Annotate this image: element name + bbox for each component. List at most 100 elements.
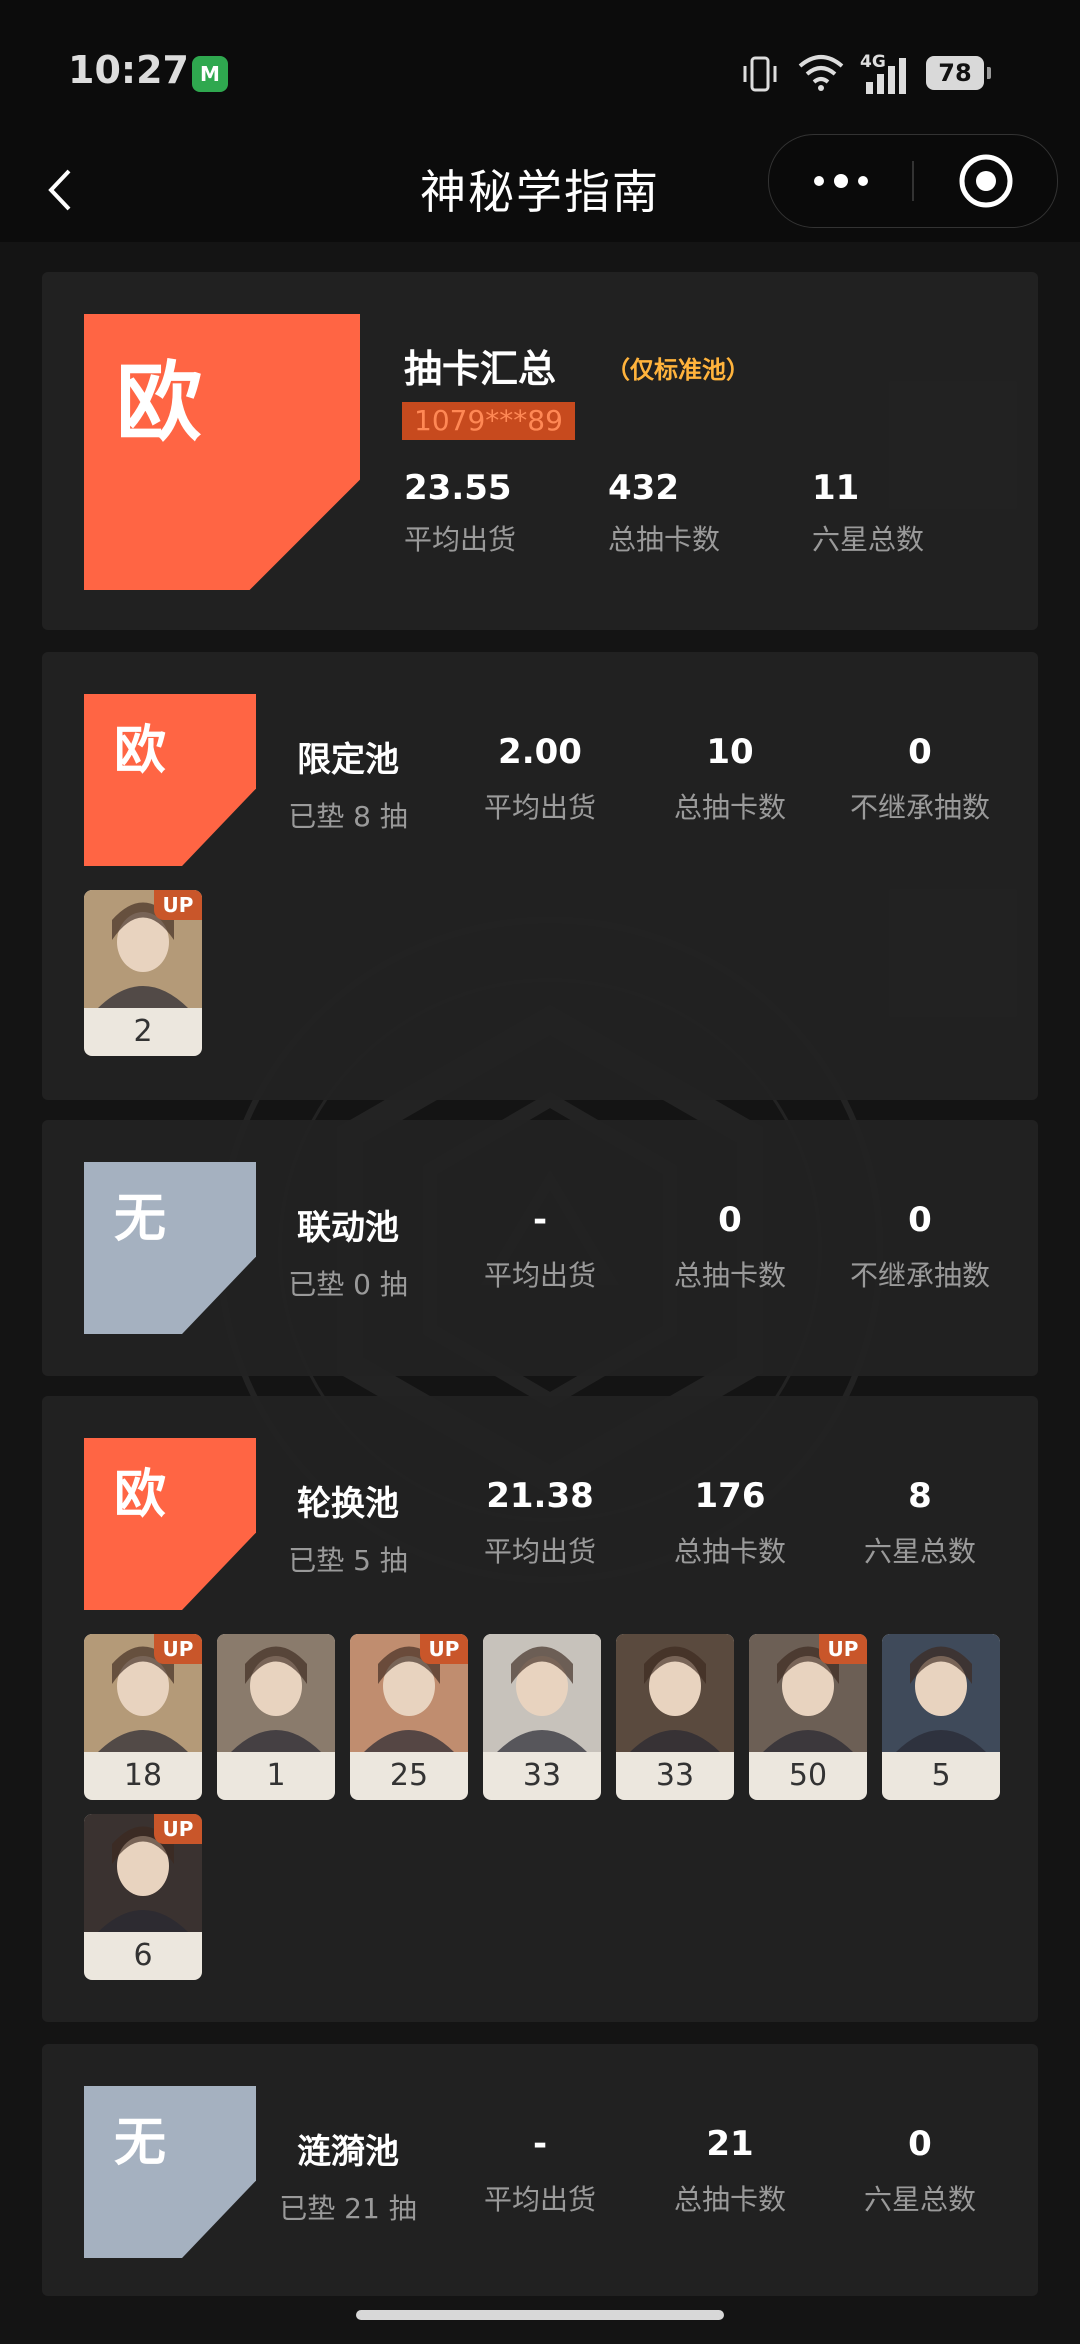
pool-stat: 176 总抽卡数 bbox=[635, 1476, 825, 1570]
character-card[interactable]: 33 bbox=[483, 1634, 601, 1800]
pool-stat: 0 不继承抽数 bbox=[825, 732, 1015, 826]
wifi-icon bbox=[798, 55, 844, 91]
pool-stat: 2.00 平均出货 bbox=[445, 732, 635, 826]
pool-pity: 已垫 8 抽 bbox=[288, 800, 408, 833]
stat-label: 六星总数 bbox=[863, 1535, 976, 1568]
pool-stat: 21.38 平均出货 bbox=[445, 1476, 635, 1570]
pool-luck-badge: 欧 bbox=[84, 694, 256, 866]
summary-stat-six-star: 11 六星总数 bbox=[812, 468, 992, 558]
character-pull-count: 33 bbox=[522, 1758, 562, 1793]
character-portrait-icon bbox=[483, 1634, 601, 1752]
signal-icon bbox=[866, 58, 906, 94]
pool-name: 联动池 bbox=[297, 1208, 399, 1248]
summary-card: 欧 抽卡汇总 （仅标准池） 1079***89 23.55 平均出货 432 总… bbox=[42, 272, 1038, 630]
character-pull-count: 6 bbox=[133, 1938, 153, 1973]
pool-name-block: 涟漪池 已垫 21 抽 bbox=[253, 2124, 443, 2227]
character-portrait-icon bbox=[217, 1634, 335, 1752]
pool-pity: 已垫 21 抽 bbox=[279, 2192, 417, 2225]
character-pull-count: 33 bbox=[655, 1758, 695, 1793]
pool-card[interactable]: 欧 轮换池 已垫 5 抽 21.38 平均出货 176 总抽卡数 8 六星总数 … bbox=[42, 1396, 1038, 2022]
up-tag: UP bbox=[154, 1814, 202, 1844]
character-card[interactable]: UP 6 bbox=[84, 1814, 202, 1980]
pool-name-block: 联动池 已垫 0 抽 bbox=[253, 1200, 443, 1303]
stat-label: 总抽卡数 bbox=[673, 791, 786, 824]
vibrate-icon bbox=[743, 56, 777, 92]
pool-luck-badge: 无 bbox=[84, 1162, 256, 1334]
stat-value: 11 bbox=[812, 468, 860, 508]
pool-luck-badge: 无 bbox=[84, 2086, 256, 2258]
more-button[interactable] bbox=[769, 135, 913, 227]
stat-value: 176 bbox=[694, 1476, 766, 1516]
up-tag: UP bbox=[819, 1634, 867, 1664]
character-pull-count: 2 bbox=[133, 1014, 153, 1049]
stat-value: 432 bbox=[608, 468, 679, 508]
character-portrait-icon bbox=[882, 1634, 1000, 1752]
more-dots-icon bbox=[814, 174, 868, 188]
stat-value: - bbox=[532, 2124, 548, 2164]
character-portrait-icon bbox=[616, 1634, 734, 1752]
stat-value: 10 bbox=[706, 732, 754, 772]
stat-label: 不继承抽数 bbox=[849, 791, 990, 824]
pool-name: 涟漪池 bbox=[297, 2132, 399, 2172]
pool-stat: 0 六星总数 bbox=[825, 2124, 1015, 2218]
stat-value: 0 bbox=[908, 1200, 932, 1240]
stat-label: 平均出货 bbox=[404, 523, 517, 556]
pool-name: 轮换池 bbox=[297, 1484, 399, 1524]
character-card[interactable]: UP 25 bbox=[350, 1634, 468, 1800]
pool-stat: 8 六星总数 bbox=[825, 1476, 1015, 1570]
luck-badge-label: 欧 bbox=[116, 353, 202, 453]
mini-program-capsule bbox=[768, 134, 1058, 228]
stat-label: 平均出货 bbox=[483, 1535, 596, 1568]
stat-label: 平均出货 bbox=[483, 791, 596, 824]
pool-luck-badge-label: 欧 bbox=[114, 721, 167, 781]
pool-pity: 已垫 5 抽 bbox=[288, 1544, 408, 1577]
close-mini-program-button[interactable] bbox=[914, 135, 1057, 227]
pool-stat: 0 不继承抽数 bbox=[825, 1200, 1015, 1294]
summary-note: （仅标准池） bbox=[606, 356, 750, 384]
stat-label: 六星总数 bbox=[863, 2183, 976, 2216]
pool-stat: 21 总抽卡数 bbox=[635, 2124, 825, 2218]
stat-value: 8 bbox=[908, 1476, 932, 1516]
stat-value: 2.00 bbox=[498, 732, 582, 772]
pool-card[interactable]: 欧 限定池 已垫 8 抽 2.00 平均出货 10 总抽卡数 0 不继承抽数 U… bbox=[42, 652, 1038, 1100]
pool-stat: - 平均出货 bbox=[445, 2124, 635, 2218]
luck-badge: 欧 bbox=[84, 314, 360, 590]
target-icon bbox=[959, 154, 1012, 208]
character-card[interactable]: 1 bbox=[217, 1634, 335, 1800]
stat-label: 总抽卡数 bbox=[673, 1259, 786, 1292]
character-pull-count: 1 bbox=[266, 1758, 286, 1793]
app-notification-icon: M bbox=[192, 56, 228, 92]
status-time: 10:27 bbox=[68, 48, 189, 92]
stat-label: 不继承抽数 bbox=[849, 1259, 990, 1292]
summary-title: 抽卡汇总 bbox=[404, 347, 557, 391]
summary-stat-total: 432 总抽卡数 bbox=[608, 468, 788, 558]
pool-stat: 0 总抽卡数 bbox=[635, 1200, 825, 1294]
pool-card[interactable]: 无 联动池 已垫 0 抽 - 平均出货 0 总抽卡数 0 不继承抽数 bbox=[42, 1120, 1038, 1376]
stat-value: 0 bbox=[718, 1200, 742, 1240]
stat-value: 23.55 bbox=[404, 468, 512, 508]
stat-label: 平均出货 bbox=[483, 2183, 596, 2216]
up-tag: UP bbox=[154, 1634, 202, 1664]
summary-stat-avg: 23.55 平均出货 bbox=[404, 468, 584, 558]
character-card[interactable]: UP 50 bbox=[749, 1634, 867, 1800]
stat-value: - bbox=[532, 1200, 548, 1240]
stat-value: 0 bbox=[908, 2124, 932, 2164]
character-card[interactable]: 33 bbox=[616, 1634, 734, 1800]
character-card[interactable]: UP 18 bbox=[84, 1634, 202, 1800]
pool-card[interactable]: 无 涟漪池 已垫 21 抽 - 平均出货 21 总抽卡数 0 六星总数 bbox=[42, 2044, 1038, 2296]
pool-luck-badge: 欧 bbox=[84, 1438, 256, 1610]
pool-stat: 10 总抽卡数 bbox=[635, 732, 825, 826]
character-pull-count: 25 bbox=[389, 1758, 429, 1793]
up-tag: UP bbox=[154, 890, 202, 920]
character-pull-count: 50 bbox=[788, 1758, 828, 1793]
user-id: 1079***89 bbox=[402, 402, 575, 440]
home-indicator bbox=[356, 2310, 724, 2320]
stat-label: 平均出货 bbox=[483, 1259, 596, 1292]
pool-luck-badge-label: 欧 bbox=[114, 1465, 167, 1525]
pool-luck-badge-label: 无 bbox=[114, 1189, 167, 1249]
pool-name-block: 轮换池 已垫 5 抽 bbox=[253, 1476, 443, 1579]
stat-value: 21.38 bbox=[486, 1476, 594, 1516]
up-tag: UP bbox=[420, 1634, 468, 1664]
character-card[interactable]: UP 2 bbox=[84, 890, 202, 1056]
character-card[interactable]: 5 bbox=[882, 1634, 1000, 1800]
